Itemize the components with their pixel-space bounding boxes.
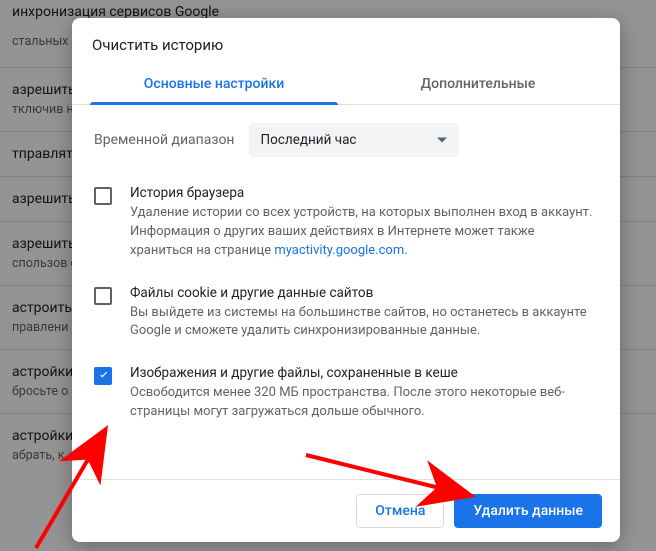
option-cookies-title: Файлы cookie и другие данные сайтов xyxy=(130,285,598,301)
clear-data-button[interactable]: Удалить данные xyxy=(454,494,602,528)
tab-basic[interactable]: Основные настройки xyxy=(82,68,346,104)
option-browsing-history-title: История браузера xyxy=(130,185,598,201)
time-range-select[interactable]: Последний час xyxy=(249,123,459,157)
option-cached-images: Изображения и другие файлы, сохраненные … xyxy=(94,365,598,422)
time-range-label: Временной диапазон xyxy=(94,132,235,148)
option-cookies-checkbox[interactable] xyxy=(94,287,112,305)
chevron-down-icon xyxy=(437,138,447,143)
option-cookies: Файлы cookie и другие данные сайтов Вы вы… xyxy=(94,285,598,342)
option-browsing-history-checkbox[interactable] xyxy=(94,187,112,205)
dialog-footer: Отмена Удалить данные xyxy=(72,479,620,542)
myactivity-link[interactable]: myactivity.google.com xyxy=(274,243,404,258)
tab-advanced[interactable]: Дополнительные xyxy=(346,68,610,104)
cancel-button[interactable]: Отмена xyxy=(356,494,444,528)
dialog-tabs: Основные настройки Дополнительные xyxy=(72,68,620,105)
dialog-title: Очистить историю xyxy=(72,18,620,68)
clear-browsing-data-dialog: Очистить историю Основные настройки Допо… xyxy=(72,18,620,542)
option-cached-images-description: Освободится менее 320 МБ пространства. П… xyxy=(130,384,598,422)
time-range-row: Временной диапазон Последний час xyxy=(94,123,598,157)
time-range-value: Последний час xyxy=(261,132,357,148)
option-cached-images-title: Изображения и другие файлы, сохраненные … xyxy=(130,365,598,381)
option-cookies-text: Файлы cookie и другие данные сайтов Вы вы… xyxy=(130,285,598,342)
option-browsing-history: История браузера Удаление истории со всех… xyxy=(94,185,598,261)
option-browsing-history-text: История браузера Удаление истории со всех… xyxy=(130,185,598,261)
dialog-body: Временной диапазон Последний час История… xyxy=(72,105,620,479)
option-cached-images-text: Изображения и другие файлы, сохраненные … xyxy=(130,365,598,422)
option-browsing-history-description: Удаление истории со всех устройств, на к… xyxy=(130,204,598,261)
option-cookies-description: Вы выйдете из системы на большинстве сай… xyxy=(130,304,598,342)
option-cached-images-checkbox[interactable] xyxy=(94,367,112,385)
